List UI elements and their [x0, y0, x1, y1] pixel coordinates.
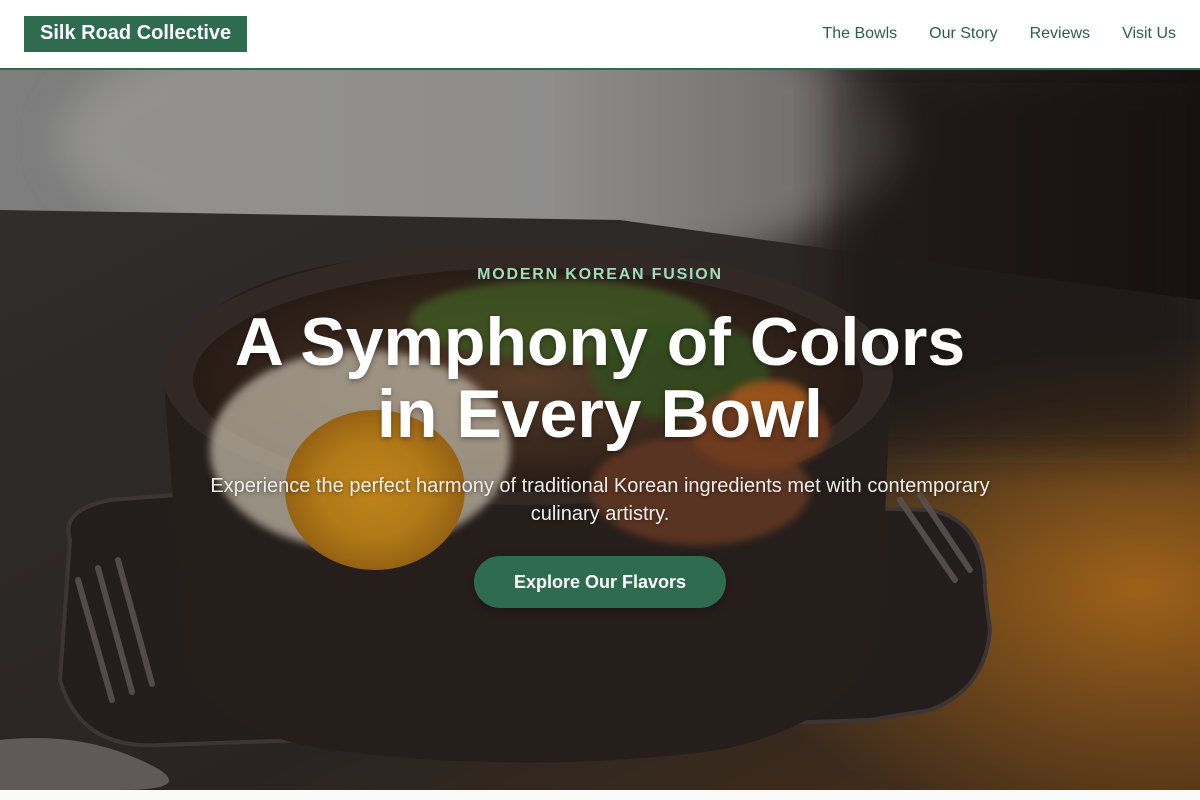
hero-section: MODERN KOREAN FUSION A Symphony of Color… [0, 70, 1200, 790]
page-bottom-strip [0, 790, 1200, 800]
brand-logo[interactable]: Silk Road Collective [24, 16, 248, 52]
hero-headline-line-1: A Symphony of Colors [234, 304, 966, 380]
nav-link-visit-us[interactable]: Visit Us [1122, 24, 1176, 44]
hero-content: MODERN KOREAN FUSION A Symphony of Color… [0, 70, 1200, 790]
hero-eyebrow: MODERN KOREAN FUSION [477, 266, 723, 283]
nav-link-our-story[interactable]: Our Story [929, 24, 997, 44]
main-nav: The Bowls Our Story Reviews Visit Us [790, 24, 1176, 44]
site-header: Silk Road Collective The Bowls Our Story… [0, 0, 1200, 70]
hero-headline: A Symphony of Colors in Every Bowl [200, 306, 1000, 450]
nav-link-reviews[interactable]: Reviews [1030, 24, 1090, 44]
hero-subtitle: Experience the perfect harmony of tradit… [210, 475, 990, 525]
nav-link-the-bowls[interactable]: The Bowls [822, 24, 897, 44]
explore-flavors-button[interactable]: Explore Our Flavors [474, 556, 726, 608]
hero-headline-line-2: in Every Bowl [377, 376, 823, 452]
